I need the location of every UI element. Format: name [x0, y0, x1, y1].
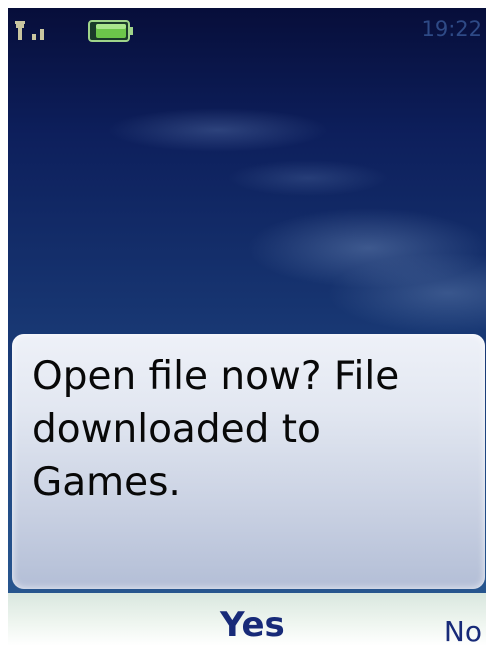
no-button[interactable]: No: [444, 615, 482, 646]
phone-screen: 19:22 Open file now? File downloaded to …: [8, 8, 486, 646]
status-bar: 19:22: [8, 8, 486, 52]
softkey-bar: Yes No: [8, 593, 486, 646]
battery-icon: [88, 20, 133, 42]
dialog-message: Open file now? File downloaded to Games.: [32, 354, 400, 505]
confirmation-dialog: Open file now? File downloaded to Games.: [12, 334, 485, 589]
signal-strength-icon: [15, 21, 44, 40]
clock-time: 19:22: [421, 17, 482, 41]
yes-button[interactable]: Yes: [220, 605, 285, 645]
